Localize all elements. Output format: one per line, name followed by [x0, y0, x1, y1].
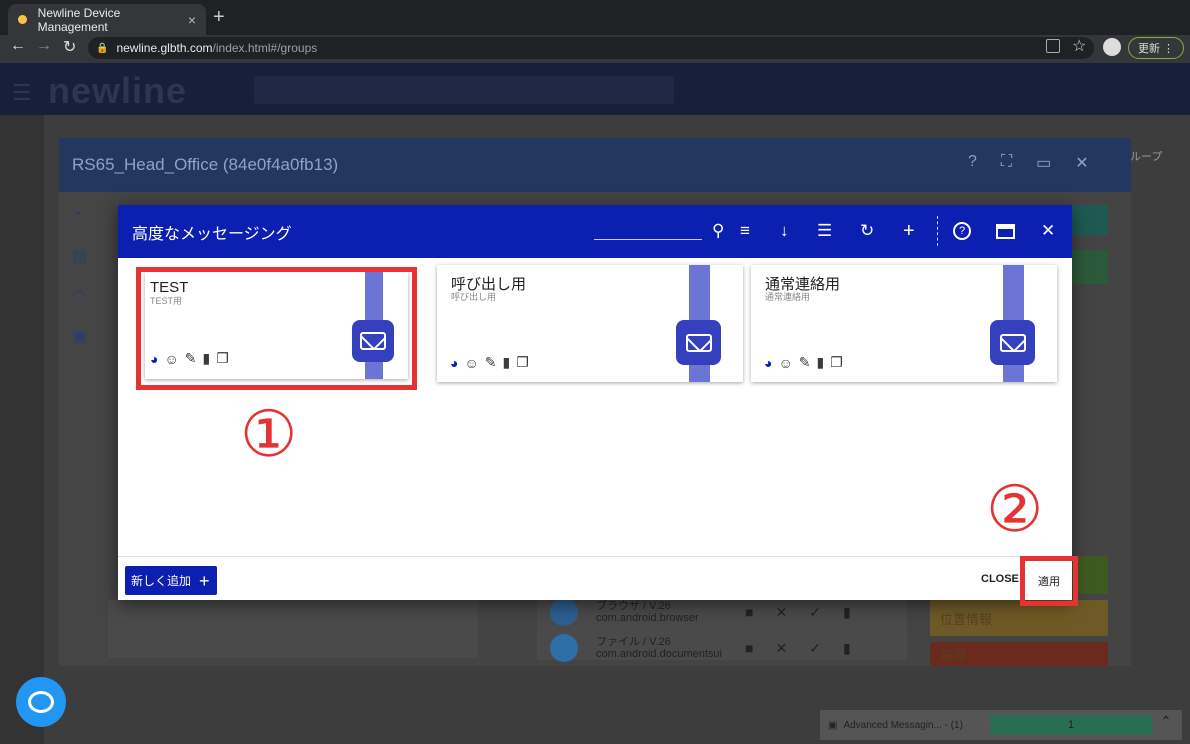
modal-footer-divider [118, 556, 1072, 557]
search-icon[interactable]: ⚲ [712, 222, 724, 240]
card-subtitle: 通常連絡用 [765, 292, 811, 302]
app-name: ファイル / V.26 [596, 636, 671, 648]
edit-icon[interactable]: ✎ [799, 354, 811, 371]
url-path: /index.html#/groups [212, 41, 318, 55]
add-icon[interactable]: + [903, 221, 915, 241]
face-icon[interactable]: ☺ [778, 355, 792, 371]
app-package: com.android.documentsui [596, 648, 722, 660]
stop-icon[interactable]: ■ [745, 640, 753, 657]
wifi-settings-icon[interactable]: ◠ [72, 286, 86, 306]
stop-icon[interactable]: ■ [745, 604, 753, 621]
menu-icon[interactable]: ☰ [12, 80, 32, 106]
profile-avatar[interactable] [1103, 38, 1121, 56]
envelope-icon [676, 320, 721, 365]
location-label: 位置情報 [940, 611, 993, 627]
forward-icon[interactable]: → [36, 37, 52, 55]
delete-icon[interactable]: ▮ [503, 354, 511, 371]
sort-icon[interactable]: ≡ [740, 222, 750, 240]
highlight-box [1020, 556, 1078, 606]
copy-icon[interactable]: ❐ [516, 354, 529, 371]
step-marker-2: ② [986, 473, 1044, 545]
lock-icon: 🔒 [96, 42, 109, 54]
files-app-icon [550, 634, 578, 662]
task-label: Advanced Messagin... - (1) [843, 719, 963, 731]
window-icon[interactable]: ▭ [1036, 153, 1051, 173]
device-panel [108, 600, 478, 658]
app-row[interactable]: ブラウザ / V.26 com.android.browser ■ ✕ ✓ ▮ [550, 598, 851, 626]
add-new-button[interactable]: 新しく追加 + [125, 566, 217, 595]
palette-icon[interactable]: ◕ [764, 355, 772, 371]
close-button[interactable]: CLOSE [981, 573, 1019, 585]
app-search-bar[interactable] [254, 76, 674, 104]
window-icon[interactable] [996, 224, 1015, 239]
reload-icon[interactable]: ↻ [63, 37, 76, 57]
browser-tab[interactable]: Newline Device Management × [8, 4, 206, 35]
app-row[interactable]: ファイル / V.26 com.android.documentsui ■ ✕ ✓ ▮ [550, 634, 851, 662]
arrow-down-icon[interactable]: ↓ [780, 222, 789, 240]
message-icon[interactable]: ▤ [72, 246, 87, 266]
dashboard-icon[interactable]: ◔ [72, 206, 82, 224]
back-icon[interactable]: ← [10, 37, 26, 55]
close-icon[interactable]: ✕ [1041, 222, 1055, 240]
url-host: newline.glbth.com [116, 41, 213, 55]
app-name: ブラウザ / V.26 [596, 600, 671, 612]
right-action-button[interactable] [1072, 250, 1108, 284]
chat-widget-button[interactable] [16, 677, 66, 727]
highlight-box [136, 267, 417, 390]
power-label: 電源 [940, 647, 967, 663]
tab-close-icon[interactable]: × [188, 12, 196, 28]
location-button[interactable]: 位置情報 [930, 600, 1108, 636]
tab-favicon-icon [18, 15, 27, 24]
delete-icon[interactable]: ▮ [817, 354, 825, 371]
device-dialog-toolbar: ? ⛶ ▭ ✕ [968, 153, 1089, 173]
toolbar-divider [937, 216, 938, 246]
new-tab-button[interactable]: + [213, 6, 225, 29]
enable-icon[interactable]: ✓ [809, 640, 821, 657]
list-icon[interactable]: ☰ [817, 222, 832, 240]
star-icon[interactable]: ☆ [1072, 36, 1086, 56]
device-dialog-title: RS65_Head_Office (84e0f4a0fb13) [72, 155, 339, 174]
task-progress: 1 [990, 715, 1152, 735]
group-label: ループ [1130, 151, 1163, 163]
app-logo: newline [48, 70, 188, 111]
edit-icon[interactable]: ✎ [485, 354, 497, 371]
envelope-icon [990, 320, 1035, 365]
face-icon[interactable]: ☺ [464, 355, 478, 371]
delete-icon[interactable]: ▮ [843, 604, 851, 621]
modal-title: 高度なメッセージング [132, 225, 292, 243]
chevron-up-icon[interactable]: ⌃ [1160, 713, 1172, 730]
step-marker-1: ① [240, 398, 298, 470]
right-action-button[interactable] [1072, 205, 1108, 235]
app-package: com.android.browser [596, 612, 699, 624]
screen-icon[interactable]: ▣ [72, 326, 87, 346]
close-icon[interactable]: ✕ [1075, 153, 1088, 173]
app-sidebar [0, 115, 44, 744]
modal-search-input[interactable] [594, 222, 702, 240]
disable-icon[interactable]: ✕ [775, 604, 787, 621]
url-field[interactable]: 🔒 newline.glbth.com /index.html#/groups [88, 37, 1094, 59]
palette-icon[interactable]: ◕ [450, 355, 458, 371]
plus-icon: + [199, 570, 210, 591]
help-icon[interactable]: ? [953, 222, 971, 240]
card-actions: ◕ ☺ ✎ ▮ ❐ [450, 354, 529, 371]
translate-icon[interactable] [1046, 39, 1060, 53]
window-icon: ▣ [828, 719, 838, 731]
tab-title: Newline Device Management [37, 5, 121, 34]
browser-app-icon [550, 598, 578, 626]
power-button[interactable]: 電源 [930, 642, 1108, 666]
enable-icon[interactable]: ✓ [809, 604, 821, 621]
card-subtitle: 呼び出し用 [451, 292, 497, 302]
help-icon[interactable]: ? [968, 153, 977, 173]
disable-icon[interactable]: ✕ [775, 640, 787, 657]
delete-icon[interactable]: ▮ [843, 640, 851, 657]
chat-bubble-icon [28, 691, 54, 713]
add-new-label: 新しく追加 [131, 574, 192, 588]
update-button[interactable]: 更新 ⋮ [1128, 37, 1184, 59]
card-actions: ◕ ☺ ✎ ▮ ❐ [764, 354, 843, 371]
copy-icon[interactable]: ❐ [830, 354, 843, 371]
fullscreen-icon[interactable]: ⛶ [1001, 153, 1012, 173]
refresh-icon[interactable]: ↻ [860, 222, 874, 240]
